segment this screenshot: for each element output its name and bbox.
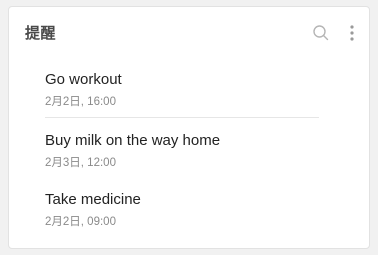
- widget-title: 提醒: [25, 24, 57, 42]
- reminder-time: 2月3日, 12:00: [45, 157, 116, 169]
- more-vertical-icon: [350, 25, 354, 41]
- reminder-item[interactable]: Go workout 2月2日, 16:00: [45, 71, 345, 127]
- reminder-widget: 提醒 Go workout 2月2日, 16:00 Buy milk on th…: [8, 6, 370, 249]
- reminder-item[interactable]: Buy milk on the way home 2月3日, 12:00: [45, 132, 345, 188]
- search-icon: [313, 25, 329, 41]
- reminder-title: Buy milk on the way home: [45, 132, 221, 149]
- reminder-item[interactable]: Take medicine 2月2日, 09:00: [45, 191, 345, 247]
- reminder-time: 2月2日, 09:00: [45, 216, 116, 228]
- reminder-title: Go workout: [45, 71, 122, 88]
- more-options-button[interactable]: [345, 21, 359, 45]
- reminder-time: 2月2日, 16:00: [45, 96, 116, 108]
- search-button[interactable]: [309, 21, 333, 45]
- reminder-title: Take medicine: [45, 191, 141, 208]
- widget-header: 提醒: [9, 7, 369, 53]
- divider: [45, 117, 319, 118]
